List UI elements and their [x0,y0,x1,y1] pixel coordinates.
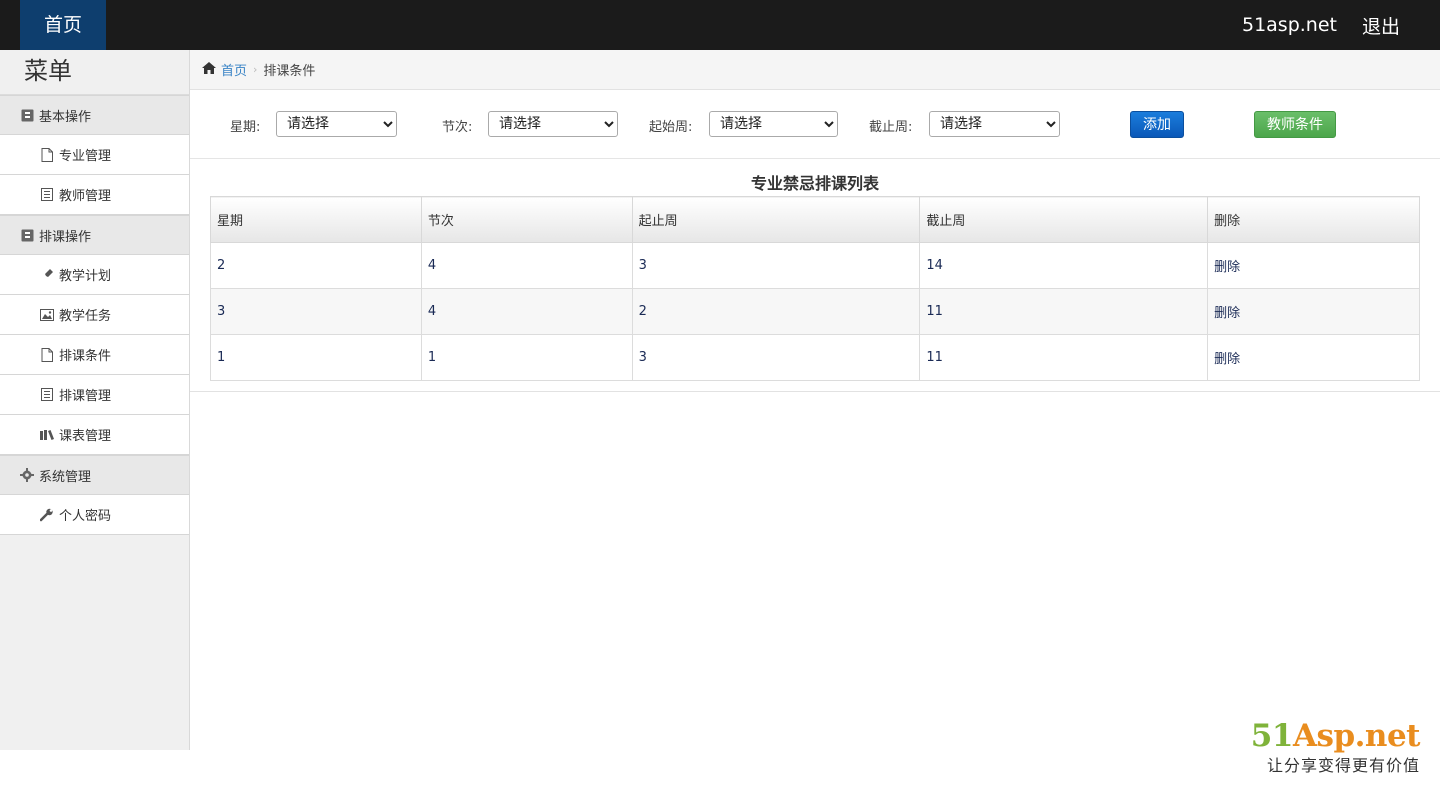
sidebar-item-teaching-task[interactable]: 教学任务 [0,295,189,335]
table-row: 2 4 3 14 删除 [210,242,1420,289]
sidebar-group-schedule[interactable]: 排课操作 [0,215,189,255]
sidebar-group-label: 系统管理 [39,469,92,485]
logout-link[interactable]: 退出 [1362,12,1400,39]
column-header: 节次 [420,196,633,243]
weekday-label: 星期: [230,120,261,135]
sidebar-item-label: 个人密码 [59,509,112,524]
table-row: 1 1 3 11 删除 [210,334,1420,381]
cell-action: 删除 [1207,334,1420,381]
sidebar-item-label: 教学任务 [59,309,112,324]
file-icon [40,347,54,362]
cell-start-week: 2 [631,288,921,335]
cell-weekday: 1 [210,334,422,381]
cell-action: 删除 [1207,288,1420,335]
nav-home-tab[interactable]: 首页 [20,0,106,50]
wrench-icon [40,508,54,522]
home-icon[interactable] [202,61,216,78]
column-header: 截止周 [919,196,1209,243]
conditions-table: 星期 节次 起止周 截止周 删除 2 4 3 14 删除 3 4 2 11 删除… [210,196,1420,381]
cell-period: 1 [420,334,633,381]
list-icon [40,388,54,402]
books-icon [40,428,54,442]
breadcrumb-current: 排课条件 [263,64,316,79]
start-week-label: 起始周: [649,120,693,135]
sidebar-item-major[interactable]: 专业管理 [0,135,189,175]
sidebar-group-system[interactable]: 系统管理 [0,455,189,495]
site-link[interactable]: 51asp.net [1242,14,1337,36]
sidebar-group-label: 排课操作 [39,229,92,245]
sidebar-item-label: 排课管理 [59,389,112,404]
sidebar-group-basic[interactable]: 基本操作 [0,95,189,135]
column-header: 起止周 [631,196,921,243]
end-week-select[interactable]: 请选择 [929,111,1060,137]
fire-icon [40,268,54,282]
table-row: 3 4 2 11 删除 [210,288,1420,335]
cell-weekday: 2 [210,242,422,289]
column-header: 删除 [1207,196,1420,243]
cell-action: 删除 [1207,242,1420,289]
start-week-select[interactable]: 请选择 [709,111,838,137]
breadcrumb-home-link[interactable]: 首页 [221,60,247,79]
list-icon [40,188,54,202]
table-title: 专业禁忌排课列表 [750,174,879,193]
weekday-select[interactable]: 请选择 [276,111,397,137]
sidebar-group-label: 基本操作 [39,109,92,125]
sidebar-title: 菜单 [0,50,189,95]
cell-end-week: 14 [919,242,1209,289]
main-content: 首页 › 排课条件 星期: 请选择 节次: 请选择 起始周: 请选择 截止周: … [190,50,1440,750]
file-icon [40,147,54,162]
cell-start-week: 3 [631,242,921,289]
sidebar-item-label: 专业管理 [59,149,112,164]
cell-weekday: 3 [210,288,422,335]
sidebar-item-teaching-plan[interactable]: 教学计划 [0,255,189,295]
sidebar: 菜单 基本操作 专业管理 教师管理 排课操作 教学计划 教学任务 排课条件 排课… [0,50,190,750]
table-header-row: 星期 节次 起止周 截止周 删除 [210,196,1420,243]
cell-end-week: 11 [919,288,1209,335]
end-week-label: 截止周: [869,120,913,135]
watermark-slogan: 让分享变得更有价值 [1266,756,1420,775]
sidebar-item-label: 教师管理 [59,189,112,204]
watermark-logo: 51Asp.net 让分享变得更有价值 [1250,718,1421,776]
column-header: 星期 [210,196,422,243]
sidebar-item-timetable[interactable]: 课表管理 [0,415,189,455]
sidebar-item-label: 排课条件 [59,349,112,364]
filter-bar: 星期: 请选择 节次: 请选择 起始周: 请选择 截止周: 请选择 添加 教师条… [190,90,1440,159]
top-navbar: 首页 51asp.net 退出 [0,0,1440,50]
sidebar-item-schedule-conditions[interactable]: 排课条件 [0,335,189,375]
cell-end-week: 11 [919,334,1209,381]
gear-icon [20,468,34,482]
sidebar-item-schedule-manage[interactable]: 排课管理 [0,375,189,415]
cell-period: 4 [420,288,633,335]
content-divider [190,391,1440,392]
sidebar-item-label: 教学计划 [59,269,112,284]
period-label: 节次: [442,120,473,135]
sidebar-item-teacher[interactable]: 教师管理 [0,175,189,215]
book-icon [20,108,34,122]
add-button[interactable]: 添加 [1130,111,1184,138]
book-icon [20,228,34,242]
breadcrumb: 首页 › 排课条件 [190,50,1440,90]
picture-icon [40,308,54,322]
cell-start-week: 3 [631,334,921,381]
delete-link[interactable]: 删除 [1214,352,1240,367]
watermark-brand: 51Asp.net [1250,718,1421,754]
delete-link[interactable]: 删除 [1214,306,1240,321]
sidebar-item-password[interactable]: 个人密码 [0,495,189,535]
teacher-conditions-button[interactable]: 教师条件 [1254,111,1336,138]
topbar-right: 51asp.net 退出 [1242,0,1400,50]
cell-period: 4 [420,242,633,289]
delete-link[interactable]: 删除 [1214,260,1240,275]
sidebar-item-label: 课表管理 [59,429,112,444]
period-select[interactable]: 请选择 [488,111,618,137]
chevron-right-icon: › [253,63,258,76]
